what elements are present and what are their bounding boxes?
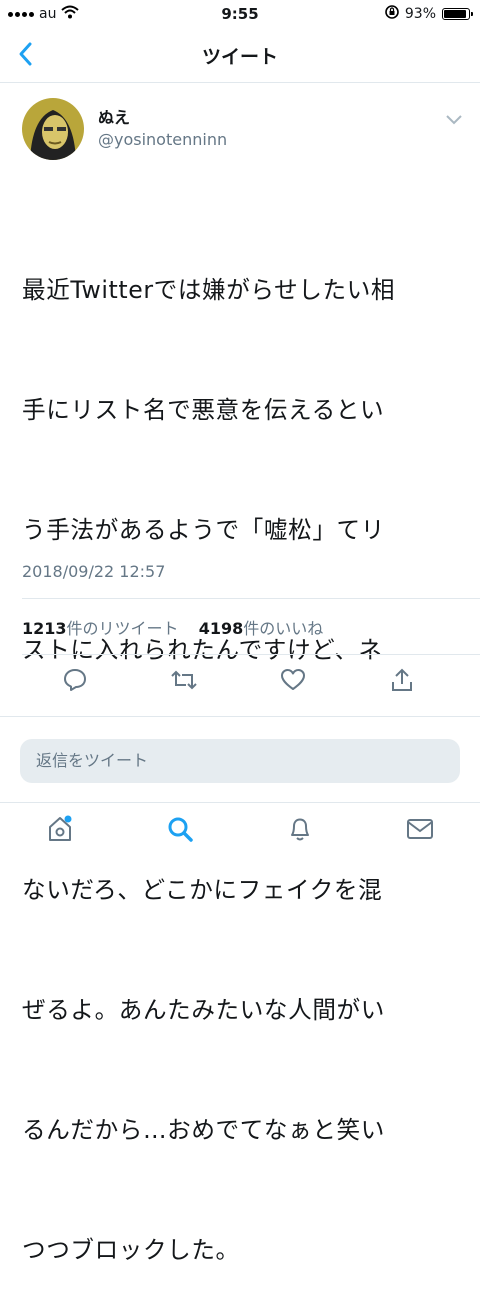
like-label: 件のいいね: [243, 619, 324, 638]
retweet-stat[interactable]: 1213件のリツイート: [22, 619, 179, 638]
page-title: ツイート: [201, 46, 278, 68]
home-icon[interactable]: [40, 809, 80, 849]
status-right: 93%: [385, 5, 473, 23]
nav-bar: ツイート: [0, 28, 480, 83]
chevron-down-icon[interactable]: [446, 110, 462, 125]
share-icon[interactable]: [382, 660, 422, 700]
reply-input[interactable]: 返信をツイート: [20, 739, 460, 783]
status-bar: au 9:55 93%: [0, 0, 480, 28]
orientation-lock-icon: [385, 5, 399, 23]
author-handle[interactable]: @yosinotenninn: [98, 130, 227, 149]
messages-icon[interactable]: [400, 809, 440, 849]
battery-fill: [444, 10, 467, 18]
author-name[interactable]: ぬえ: [98, 104, 130, 128]
tweet-line: 手にリスト名で悪意を伝えるとい: [22, 396, 385, 424]
tweet-timestamp: 2018/09/22 12:57: [22, 562, 166, 581]
tweet-actions: [0, 660, 480, 708]
tweet-header: ぬえ @yosinotenninn: [0, 96, 480, 166]
tweet-line: ないだろ、どこかにフェイクを混: [22, 876, 383, 904]
retweet-count: 1213: [22, 619, 67, 638]
tweet-stats: 1213件のリツイート 4198件のいいね: [22, 615, 323, 639]
divider: [22, 654, 480, 655]
tab-bar: [0, 802, 480, 855]
battery-icon: [442, 8, 473, 20]
tweet-line: 最近Twitterでは嫌がらせしたい相: [22, 276, 396, 304]
notifications-icon[interactable]: [280, 809, 320, 849]
retweet-icon[interactable]: [164, 660, 204, 700]
search-icon[interactable]: [160, 809, 200, 849]
avatar[interactable]: [22, 98, 84, 160]
like-count: 4198: [198, 619, 244, 638]
retweet-label: 件のリツイート: [66, 619, 179, 638]
tweet-line: るんだから…おめでてなぁと笑い: [22, 1116, 385, 1144]
divider: [22, 598, 480, 599]
battery-percent: 93%: [404, 6, 436, 22]
like-icon[interactable]: [273, 660, 313, 700]
reply-icon[interactable]: [55, 660, 95, 700]
reply-bar: 返信をツイート: [0, 716, 480, 803]
tweet-line: ぜるよ。あんたみたいな人間がい: [22, 996, 385, 1024]
like-stat[interactable]: 4198件のいいね: [199, 619, 324, 638]
tweet-line: つつブロックした。: [22, 1236, 240, 1264]
tweet-line: う手法があるようで「嘘松」てリ: [22, 516, 385, 544]
